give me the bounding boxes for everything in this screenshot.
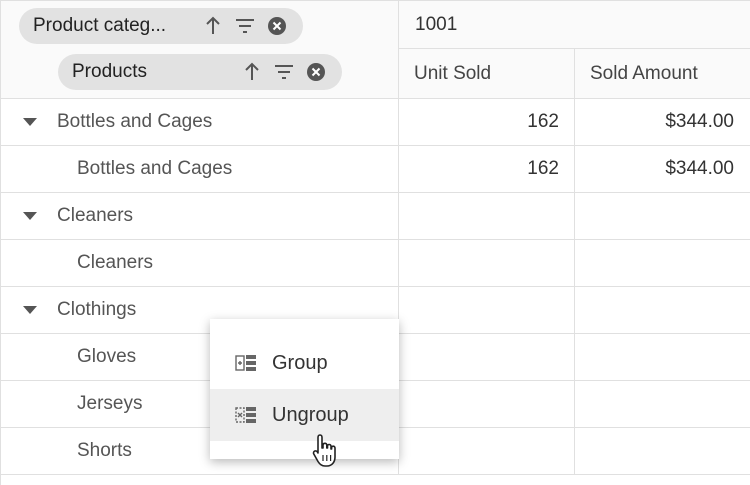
column-header-group[interactable]: 1001 xyxy=(399,1,750,49)
row-header-label: Jerseys xyxy=(77,393,143,414)
unit-sold-cell xyxy=(399,193,575,239)
unit-sold-cell xyxy=(399,240,575,286)
filter-icon[interactable] xyxy=(233,14,257,38)
chip-label: Product categ... xyxy=(33,15,167,36)
product-category-chip[interactable]: Product categ... xyxy=(19,8,303,44)
products-chip[interactable]: Products xyxy=(58,54,342,90)
sold-amount-cell: $344.00 xyxy=(665,158,734,179)
menu-item-label: Group xyxy=(272,351,328,374)
chip-label: Products xyxy=(72,61,147,82)
unit-sold-cell xyxy=(399,381,575,427)
collapse-caret-icon[interactable] xyxy=(23,306,37,314)
group-row: Cleaners xyxy=(1,193,750,240)
menu-item-label: Ungroup xyxy=(272,403,349,426)
unit-sold-cell: 162 xyxy=(399,99,575,145)
row-header-label: Bottles and Cages xyxy=(77,158,233,179)
ungroup-icon xyxy=(234,403,258,427)
table-row: Bottles and Cages 162 $344.00 xyxy=(1,146,750,193)
collapse-caret-icon[interactable] xyxy=(23,118,37,126)
sort-ascending-icon[interactable] xyxy=(240,60,264,84)
row-header-label: Gloves xyxy=(77,346,137,367)
group-row: Bottles and Cages 162 $344.00 xyxy=(1,99,750,146)
row-header-label: Bottles and Cages xyxy=(57,111,213,132)
row-header-cell[interactable]: Bottles and Cages xyxy=(1,99,399,145)
column-header-unit-sold[interactable]: Unit Sold xyxy=(399,49,575,99)
menu-item-ungroup[interactable]: Ungroup xyxy=(210,389,399,441)
sold-amount-cell xyxy=(575,240,750,286)
row-header-label: Shorts xyxy=(77,440,132,461)
collapse-caret-icon[interactable] xyxy=(23,212,37,220)
row-header-cell[interactable]: Cleaners xyxy=(1,193,399,239)
pivot-grid: Product categ... Products 1001 Unit Sold… xyxy=(0,0,750,485)
sold-amount-cell xyxy=(575,193,750,239)
row-header-label: Clothings xyxy=(57,299,137,320)
menu-item-group[interactable]: Group xyxy=(210,337,399,389)
sold-amount-cell xyxy=(575,334,750,380)
context-menu: Group Ungroup xyxy=(210,319,399,459)
sort-ascending-icon[interactable] xyxy=(201,14,225,38)
row-header-area: Product categ... Products xyxy=(1,1,399,99)
sold-amount-cell xyxy=(575,381,750,427)
unit-sold-cell: 162 xyxy=(399,146,575,192)
table-row: Cleaners xyxy=(1,240,750,287)
sold-amount-cell xyxy=(575,428,750,474)
unit-sold-cell xyxy=(399,334,575,380)
sold-amount-cell: $344.00 xyxy=(665,111,734,132)
row-header-label: Cleaners xyxy=(57,205,134,226)
row-header-cell[interactable]: Cleaners xyxy=(1,240,399,286)
unit-sold-cell xyxy=(399,287,575,333)
unit-sold-cell xyxy=(399,428,575,474)
filter-icon[interactable] xyxy=(272,60,296,84)
group-icon xyxy=(234,351,258,375)
remove-icon[interactable] xyxy=(265,14,289,38)
row-header-label: Cleaners xyxy=(77,252,154,273)
column-header-sold-amount[interactable]: Sold Amount xyxy=(575,49,750,99)
remove-icon[interactable] xyxy=(304,60,328,84)
row-header-cell[interactable]: Bottles and Cages xyxy=(1,146,399,192)
sold-amount-cell xyxy=(575,287,750,333)
hand-pointer-icon xyxy=(312,434,336,467)
